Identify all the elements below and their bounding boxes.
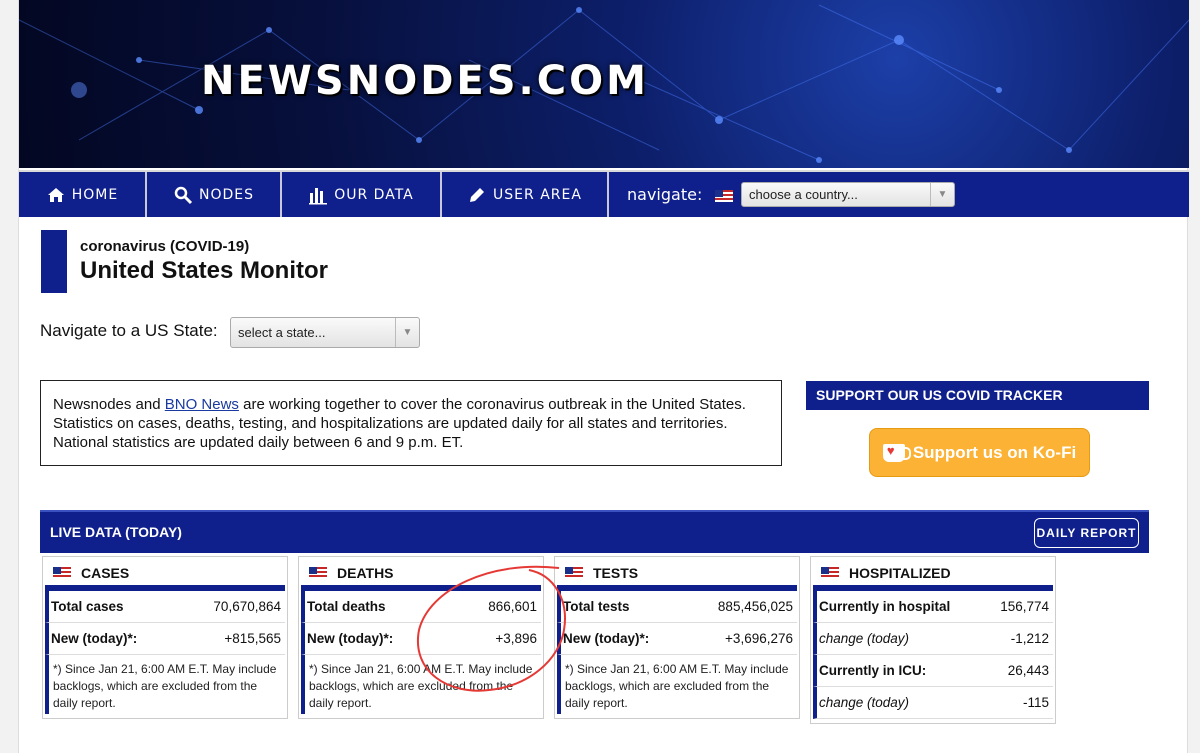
hospital-change-row: change (today) -1,212 xyxy=(813,623,1053,655)
tests-title: TESTS xyxy=(593,565,639,581)
deaths-card: DEATHS Total deaths 866,601 New (today)*:… xyxy=(298,556,544,719)
header-banner: NEWSNODES.COM xyxy=(19,0,1189,168)
kofi-cup-icon xyxy=(882,443,911,462)
total-cases-value: 70,670,864 xyxy=(213,599,281,614)
bar-chart-icon xyxy=(309,187,328,204)
daily-report-button[interactable]: DAILY REPORT xyxy=(1034,518,1139,548)
nav-our-data[interactable]: OUR DATA xyxy=(282,172,442,217)
hospital-row: Currently in hospital 156,774 xyxy=(813,591,1053,623)
us-flag-icon xyxy=(565,567,583,579)
icu-value: 26,443 xyxy=(1007,663,1049,678)
pencil-icon xyxy=(470,187,485,202)
new-cases-row: New (today)*: +815,565 xyxy=(45,623,285,655)
us-flag-icon xyxy=(821,567,839,579)
nav-user-area-label: USER AREA xyxy=(493,186,582,203)
icu-change-row: change (today) -115 xyxy=(813,687,1053,719)
new-deaths-value: +3,896 xyxy=(495,631,537,646)
nav-nodes[interactable]: NODES xyxy=(147,172,282,217)
live-data-bar: LIVE DATA (TODAY) DAILY REPORT xyxy=(40,510,1149,553)
hospital-change-label: change (today) xyxy=(819,631,910,646)
bno-news-link[interactable]: BNO News xyxy=(165,396,239,413)
tests-card: TESTS Total tests 885,456,025 New (today)… xyxy=(554,556,800,719)
chevron-down-icon: ▼ xyxy=(930,183,954,206)
page-subtitle: coronavirus (COVID-19) xyxy=(80,238,250,255)
us-flag-icon xyxy=(53,567,71,579)
total-tests-label: Total tests xyxy=(563,599,630,614)
support-heading: SUPPORT OUR US COVID TRACKER xyxy=(806,381,1149,410)
hospitalized-card-header: HOSPITALIZED xyxy=(813,561,1053,591)
total-tests-row: Total tests 885,456,025 xyxy=(557,591,797,623)
total-deaths-label: Total deaths xyxy=(307,599,386,614)
hospital-change-value: -1,212 xyxy=(1010,631,1049,646)
new-deaths-row: New (today)*: +3,896 xyxy=(301,623,541,655)
nav-our-data-label: OUR DATA xyxy=(334,186,414,203)
tests-footnote: *) Since Jan 21, 6:00 AM E.T. May includ… xyxy=(557,655,797,714)
us-flag-icon xyxy=(715,189,734,202)
new-cases-value: +815,565 xyxy=(224,631,281,646)
total-tests-value: 885,456,025 xyxy=(717,599,793,614)
deaths-title: DEATHS xyxy=(337,565,394,581)
kofi-button-label: Support us on Ko-Fi xyxy=(912,442,1077,462)
icu-change-value: -115 xyxy=(1022,695,1049,710)
nav-home[interactable]: HOME xyxy=(19,172,147,217)
total-deaths-row: Total deaths 866,601 xyxy=(301,591,541,623)
total-cases-label: Total cases xyxy=(51,599,124,614)
country-select[interactable]: choose a country... ▼ xyxy=(741,182,955,207)
cases-card: CASES Total cases 70,670,864 New (today)*… xyxy=(42,556,288,719)
hospitalized-title: HOSPITALIZED xyxy=(849,565,951,581)
live-data-label: LIVE DATA (TODAY) xyxy=(50,524,182,540)
nav-home-label: HOME xyxy=(71,186,119,203)
hospital-value: 156,774 xyxy=(1000,599,1049,614)
icu-row: Currently in ICU: 26,443 xyxy=(813,655,1053,687)
us-flag-icon xyxy=(309,567,327,579)
cases-footnote: *) Since Jan 21, 6:00 AM E.T. May includ… xyxy=(45,655,285,714)
intro-box: Newsnodes and BNO News are working toget… xyxy=(40,380,782,466)
icu-change-label: change (today) xyxy=(819,695,910,710)
deaths-footnote: *) Since Jan 21, 6:00 AM E.T. May includ… xyxy=(301,655,541,714)
site-logo[interactable]: NEWSNODES.COM xyxy=(201,58,649,104)
icu-label: Currently in ICU: xyxy=(819,663,927,678)
new-cases-label: New (today)*: xyxy=(51,631,138,646)
total-deaths-value: 866,601 xyxy=(488,599,537,614)
new-tests-row: New (today)*: +3,696,276 xyxy=(557,623,797,655)
home-icon xyxy=(47,187,64,202)
kofi-button[interactable]: Support us on Ko-Fi xyxy=(869,428,1090,477)
new-tests-value: +3,696,276 xyxy=(725,631,793,646)
page: NEWSNODES.COM HOME NODES OUR DATA USER A… xyxy=(18,0,1189,753)
title-accent-bar xyxy=(41,230,67,293)
page-title: United States Monitor xyxy=(80,257,329,284)
navigate-text: navigate: xyxy=(627,185,703,204)
intro-prefix: Newsnodes and xyxy=(53,396,165,413)
country-select-value: choose a country... xyxy=(749,187,858,202)
navigate-label: navigate: xyxy=(627,185,734,204)
nav-user-area[interactable]: USER AREA xyxy=(442,172,609,217)
state-select[interactable]: select a state... ▼ xyxy=(230,317,420,348)
search-icon xyxy=(174,186,193,204)
tests-card-header: TESTS xyxy=(557,561,797,591)
new-deaths-label: New (today)*: xyxy=(307,631,394,646)
total-cases-row: Total cases 70,670,864 xyxy=(45,591,285,623)
cases-title: CASES xyxy=(81,565,130,581)
state-nav-label: Navigate to a US State: xyxy=(40,321,218,340)
main-nav: HOME NODES OUR DATA USER AREA navigate: … xyxy=(19,170,1189,217)
state-select-value: select a state... xyxy=(238,325,326,340)
hospital-label: Currently in hospital xyxy=(819,599,951,614)
hospitalized-card: HOSPITALIZED Currently in hospital 156,77… xyxy=(810,556,1056,724)
chevron-down-icon: ▼ xyxy=(395,318,419,347)
cases-card-header: CASES xyxy=(45,561,285,591)
new-tests-label: New (today)*: xyxy=(563,631,650,646)
nav-nodes-label: NODES xyxy=(198,186,254,203)
deaths-card-header: DEATHS xyxy=(301,561,541,591)
